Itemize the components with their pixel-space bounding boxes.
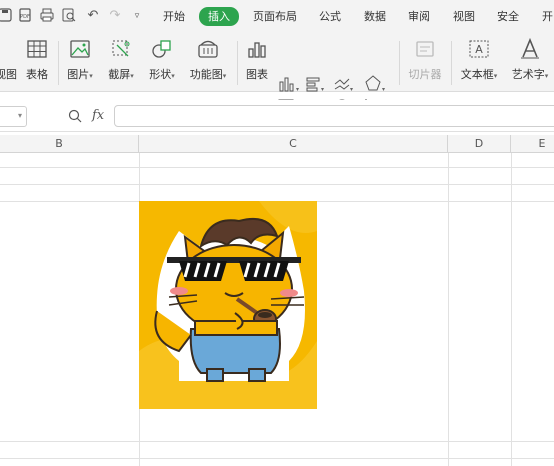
wordart-icon — [521, 37, 539, 59]
print-preview-icon[interactable] — [61, 8, 77, 24]
textbox-button[interactable]: A 文本框▾ — [456, 37, 502, 87]
shape-icon — [152, 40, 171, 58]
tab-page-layout[interactable]: 页面布局 — [253, 8, 297, 26]
inserted-picture[interactable] — [139, 201, 317, 409]
svg-text:PDF: PDF — [20, 14, 30, 20]
picture-button[interactable]: 图片▾ — [63, 37, 97, 87]
redo-icon[interactable]: ↷ — [107, 8, 123, 24]
column-header-c[interactable]: C — [139, 135, 448, 153]
tab-formula[interactable]: 公式 — [319, 8, 341, 26]
line-chart-icon[interactable]: ▾ — [333, 74, 355, 94]
radar-chart-icon[interactable]: ▾ — [364, 74, 386, 94]
chart-icon — [248, 42, 266, 58]
save-icon[interactable] — [0, 8, 13, 24]
pdf-export-icon[interactable]: PDF — [17, 8, 33, 24]
column-header-b[interactable]: B — [0, 135, 139, 153]
ribbon-insert: 视图 表格 图片▾ 截屏▾ 形状▾ 功能图▾ 图表 ▾ ▾ ▾ ▾ ▾ ▾ ▾ … — [0, 33, 554, 116]
formula-bar: ▾ fx — [0, 100, 554, 132]
tab-data[interactable]: 数据 — [364, 8, 386, 26]
screenshot-button[interactable]: 截屏▾ — [104, 37, 138, 87]
undo-icon[interactable]: ↶ — [85, 8, 101, 24]
tab-view[interactable]: 视图 — [453, 8, 475, 26]
tab-insert[interactable]: 插入 — [199, 7, 239, 26]
ribbon-separator — [58, 41, 59, 85]
tab-security[interactable]: 安全 — [497, 8, 519, 26]
column-header-e[interactable]: E — [511, 135, 554, 153]
column-chart-icon[interactable]: ▾ — [277, 74, 299, 94]
picture-icon — [70, 40, 90, 58]
screenshot-icon — [112, 40, 130, 57]
menu-bar: PDF ↶ ↷ ▿ 开始 插入 页面布局 公式 数据 审阅 视图 安全 开 — [0, 0, 554, 33]
svg-text:▾: ▾ — [382, 86, 385, 93]
print-icon[interactable] — [39, 8, 55, 24]
slicer-icon — [416, 41, 434, 57]
tab-home[interactable]: 开始 — [163, 8, 185, 26]
svg-text:▾: ▾ — [321, 86, 324, 93]
ribbon-separator — [399, 41, 400, 85]
customize-chevron-icon[interactable]: ▿ — [129, 8, 145, 24]
column-headers: B C D E — [0, 135, 554, 153]
shape-button[interactable]: 形状▾ — [145, 37, 179, 87]
function-chart-button[interactable]: 功能图▾ — [186, 37, 230, 87]
table-icon — [27, 40, 47, 58]
column-header-d[interactable]: D — [448, 135, 511, 153]
chevron-down-icon[interactable]: ▾ — [18, 111, 22, 120]
insert-function-button[interactable]: fx — [92, 106, 104, 126]
slicer-button[interactable]: 切片器 — [405, 37, 445, 87]
tab-more[interactable]: 开 — [542, 8, 553, 26]
chart-view-icon — [0, 37, 18, 61]
tab-review[interactable]: 审阅 — [408, 8, 430, 26]
svg-text:A: A — [475, 43, 483, 56]
zoom-search-icon[interactable] — [68, 106, 82, 126]
chart-button[interactable]: 图表 — [243, 37, 271, 87]
svg-text:▾: ▾ — [296, 86, 299, 93]
bar-chart-icon[interactable]: ▾ — [304, 74, 326, 94]
ribbon-separator — [237, 41, 238, 85]
textbox-icon: A — [469, 40, 489, 58]
chart-view-button[interactable]: 视图 — [0, 37, 18, 87]
svg-text:▾: ▾ — [350, 86, 353, 93]
formula-input[interactable] — [114, 105, 554, 127]
table-button[interactable]: 表格 — [22, 37, 52, 87]
name-box[interactable]: ▾ — [0, 106, 27, 127]
cat-sticker-icon — [139, 201, 317, 409]
ribbon-separator — [451, 41, 452, 85]
function-chart-icon — [198, 40, 218, 58]
wordart-button[interactable]: 艺术字▾ — [507, 37, 553, 87]
